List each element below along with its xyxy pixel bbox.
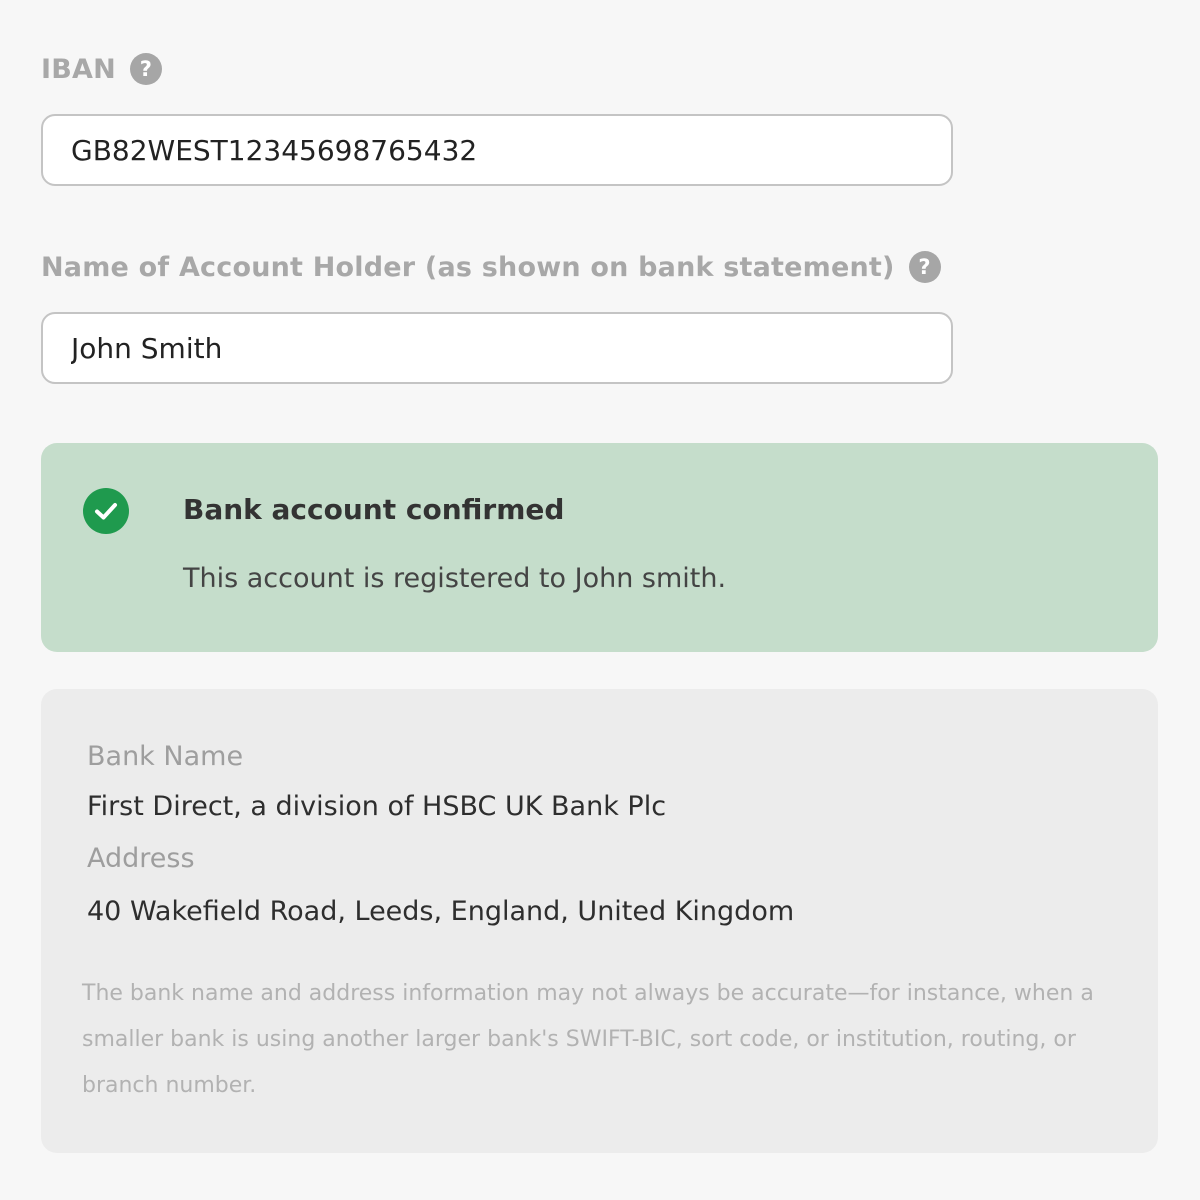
account-holder-input[interactable] [41, 312, 953, 384]
address-label: Address [87, 843, 195, 874]
address-value: 40 Wakefield Road, Leeds, England, Unite… [87, 896, 795, 927]
account-holder-label: Name of Account Holder (as shown on bank… [41, 251, 895, 283]
bank-name-label: Bank Name [87, 741, 244, 772]
bank-name-value: First Direct, a division of HSBC UK Bank… [87, 791, 667, 822]
iban-label-row: IBAN ? [41, 49, 162, 89]
confirmation-title: Bank account confirmed [183, 493, 565, 526]
iban-label: IBAN [41, 53, 116, 85]
bank-info-disclaimer: The bank name and address information ma… [82, 981, 1094, 1098]
confirmation-message: This account is registered to John smith… [183, 563, 727, 594]
iban-input[interactable] [41, 114, 953, 186]
account-holder-label-row: Name of Account Holder (as shown on bank… [41, 247, 941, 287]
account-holder-help-icon[interactable]: ? [908, 251, 941, 283]
bank-info-panel: Bank Name First Direct, a division of HS… [41, 689, 1158, 1153]
check-circle-icon [83, 488, 129, 534]
confirmation-banner: Bank account confirmed This account is r… [41, 443, 1158, 652]
iban-help-icon[interactable]: ? [129, 53, 162, 85]
